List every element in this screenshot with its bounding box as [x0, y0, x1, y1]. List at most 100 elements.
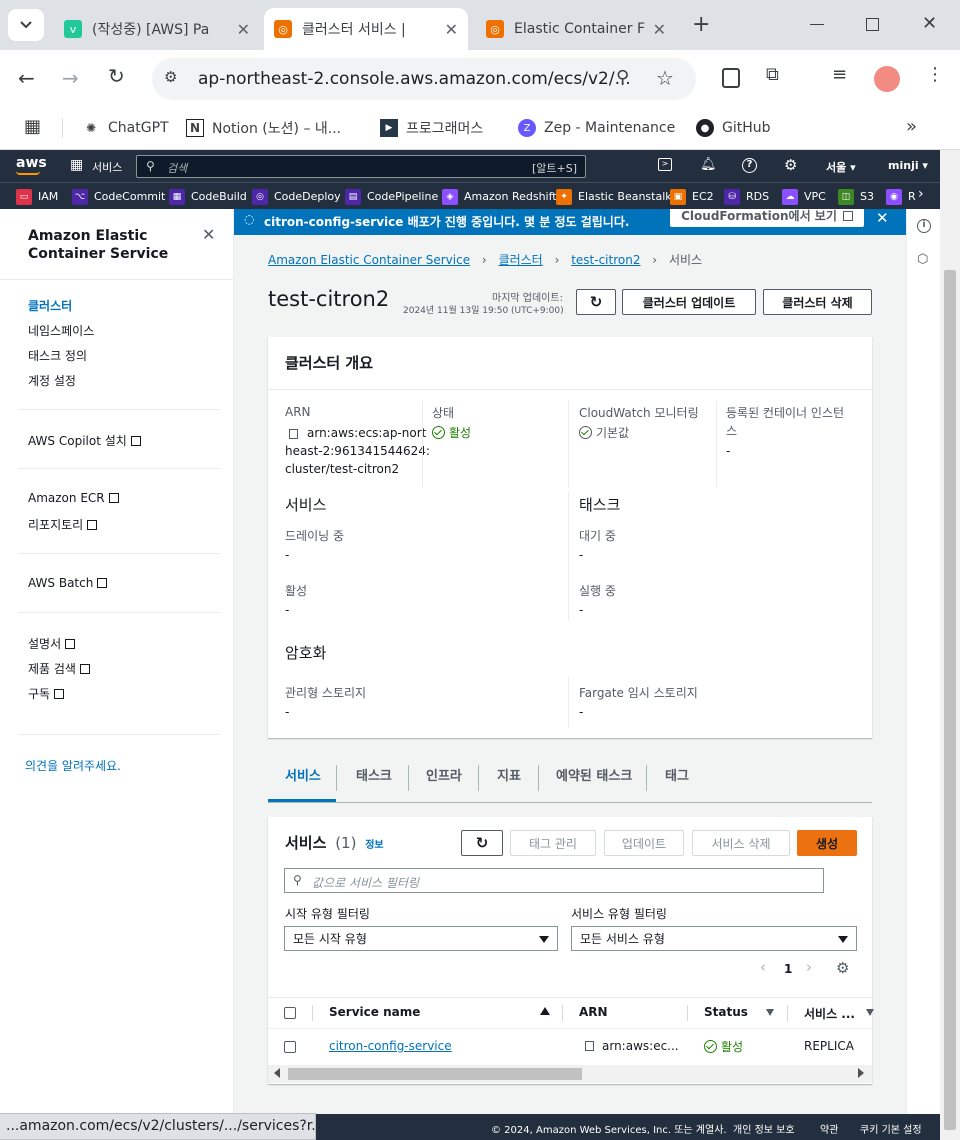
sidenav-item-ecr[interactable]: Amazon ECR — [28, 491, 119, 505]
pagination-page[interactable]: 1 — [784, 962, 792, 976]
sidenav-item-copilot[interactable]: AWS Copilot 설치 — [28, 432, 141, 449]
tab-scheduled-tasks[interactable]: 예약된 태스크 — [556, 765, 632, 784]
footer-terms-link[interactable]: 약관 — [820, 1121, 838, 1136]
tab-tasks[interactable]: 태스크 — [356, 765, 392, 784]
tutorial-panel-icon[interactable]: ⬡ — [917, 252, 928, 267]
profile-avatar[interactable] — [874, 66, 900, 92]
select-all-checkbox[interactable] — [284, 1007, 296, 1019]
apps-grid-icon[interactable]: ▦ — [24, 116, 41, 137]
pagination-prev-icon[interactable]: ‹ — [760, 958, 766, 976]
region-selector[interactable]: 서울 ▾ — [826, 159, 856, 175]
services-refresh-button[interactable]: ↻ — [461, 830, 503, 856]
back-arrow-icon[interactable]: ← — [18, 66, 35, 90]
sidenav-item-namespaces[interactable]: 네임스페이스 — [28, 322, 94, 339]
services-menu-label[interactable]: 서비스 — [92, 159, 122, 175]
sidenav-item-account-settings[interactable]: 계정 설정 — [28, 372, 76, 389]
manage-tags-button[interactable]: 태그 관리 — [510, 830, 596, 856]
cloudshell-icon[interactable]: > — [658, 158, 672, 171]
footer-cookies-link[interactable]: 쿠키 기본 설정 — [860, 1121, 922, 1136]
info-link[interactable]: 정보 — [365, 840, 383, 851]
sort-icon[interactable] — [866, 1009, 874, 1016]
fav-more[interactable]: ◉ R — [886, 187, 916, 206]
footer-privacy-link[interactable]: 개인 정보 보호 — [733, 1121, 795, 1136]
browser-tab-active[interactable]: ◎ 클러스터 서비스 | ✕ — [264, 8, 468, 50]
scrollbar-thumb[interactable] — [944, 270, 956, 1130]
service-type-select[interactable]: 모든 서비스 유형 — [571, 926, 857, 951]
tab-search-button[interactable] — [8, 9, 44, 41]
browser-menu-icon[interactable]: ⋮ — [926, 64, 944, 85]
delete-service-button[interactable]: 서비스 삭제 — [692, 830, 790, 856]
address-bar[interactable]: ⚙ ap-northeast-2.console.aws.amazon.com/… — [152, 58, 696, 100]
help-icon[interactable]: ? — [742, 158, 757, 173]
forward-arrow-icon[interactable]: → — [62, 66, 79, 90]
update-service-button[interactable]: 업데이트 — [604, 830, 684, 856]
new-tab-button[interactable]: + — [692, 12, 710, 37]
zoom-icon[interactable]: ⚲ — [616, 67, 629, 88]
update-cluster-button[interactable]: 클러스터 업데이트 — [622, 289, 756, 315]
star-icon[interactable]: ☆ — [656, 66, 674, 90]
copy-icon[interactable] — [289, 429, 298, 439]
fav-codedeploy[interactable]: ◎ CodeDeploy — [252, 187, 341, 206]
launch-type-select[interactable]: 모든 시작 유형 — [284, 926, 558, 951]
aws-search-input[interactable]: ⚲ 검색 [알트+S] — [136, 155, 586, 178]
delete-cluster-button[interactable]: 클러스터 삭제 — [763, 289, 872, 315]
bookmark-chatgpt[interactable]: ✺ ChatGPT — [82, 116, 169, 140]
reload-icon[interactable]: ↻ — [108, 64, 125, 88]
breadcrumb-ecs[interactable]: Amazon Elastic Container Service — [268, 253, 470, 267]
sidenav-item-clusters[interactable]: 클러스터 — [28, 297, 72, 314]
column-header-service-type[interactable]: 서비스 ... — [804, 1005, 855, 1022]
services-grid-icon[interactable]: ▦ — [70, 157, 83, 173]
close-icon[interactable]: ✕ — [445, 20, 458, 39]
sidenav-close-icon[interactable]: ✕ — [202, 225, 215, 244]
fav-codepipeline[interactable]: ▤ CodePipeline — [345, 187, 438, 206]
tab-infrastructure[interactable]: 인프라 — [426, 765, 462, 784]
row-checkbox[interactable] — [284, 1041, 296, 1053]
close-icon[interactable]: ✕ — [653, 20, 666, 39]
bookmark-programmers[interactable]: ▶ 프로그래머스 — [380, 116, 483, 140]
favorites-scroll-right-icon[interactable]: › — [918, 186, 924, 202]
refresh-button[interactable]: ↻ — [576, 289, 616, 315]
scroll-right-icon[interactable] — [858, 1068, 864, 1078]
service-name-link[interactable]: citron-config-service — [329, 1039, 452, 1053]
fav-vpc[interactable]: ☁ VPC — [782, 187, 826, 206]
sidenav-item-product-search[interactable]: 제품 검색 — [28, 660, 90, 677]
fav-elastic-beanstalk[interactable]: ✦ Elastic Beanstalk — [556, 187, 672, 206]
aws-logo[interactable]: aws — [16, 155, 47, 171]
scrollbar-thumb[interactable] — [288, 1068, 582, 1080]
more-bookmarks-icon[interactable]: » — [906, 116, 917, 137]
create-service-button[interactable]: 생성 — [797, 830, 857, 856]
sidenav-item-task-definitions[interactable]: 태스크 정의 — [28, 347, 87, 364]
notifications-bell-icon[interactable]: 🔔︎ — [700, 157, 717, 172]
table-preferences-gear-icon[interactable]: ⚙ — [836, 959, 849, 977]
settings-gear-icon[interactable]: ⚙ — [784, 156, 797, 174]
bookmark-notion[interactable]: N Notion (노션) – 내... — [186, 116, 341, 140]
window-close-button[interactable]: ✕ — [922, 13, 937, 34]
bookmark-zep[interactable]: Z Zep - Maintenance — [518, 116, 675, 140]
site-settings-icon[interactable]: ⚙ — [164, 68, 177, 86]
flash-close-icon[interactable]: ✕ — [876, 209, 889, 227]
column-header-service-name[interactable]: Service name — [329, 1005, 420, 1019]
browser-tab[interactable]: ◎ Elastic Container F ✕ — [476, 8, 676, 50]
tab-tags[interactable]: 태그 — [665, 765, 689, 784]
scroll-left-icon[interactable] — [274, 1068, 280, 1078]
breadcrumb-cluster[interactable]: test-citron2 — [571, 253, 640, 267]
user-menu[interactable]: minji ▾ — [888, 159, 928, 172]
fav-rds[interactable]: ⛁ RDS — [724, 187, 769, 206]
sidenav-item-batch[interactable]: AWS Batch — [28, 576, 108, 590]
page-scrollbar[interactable] — [940, 150, 960, 1140]
sort-icon[interactable] — [766, 1009, 774, 1016]
browser-tab[interactable]: v (작성중) [AWS] Pa ✕ — [54, 8, 260, 50]
sidenav-item-subscribe[interactable]: 구독 — [28, 685, 65, 702]
info-panel-icon[interactable]: i — [917, 219, 931, 233]
table-horizontal-scrollbar[interactable] — [268, 1065, 872, 1083]
sidenav-item-repositories[interactable]: 리포지토리 — [28, 516, 98, 533]
tab-services[interactable]: 서비스 — [285, 765, 321, 784]
minimize-button[interactable] — [810, 24, 824, 25]
tab-metrics[interactable]: 지표 — [497, 765, 521, 784]
copy-icon[interactable] — [585, 1041, 594, 1051]
fav-iam[interactable]: ▭ IAM — [16, 187, 58, 206]
close-icon[interactable]: ✕ — [237, 20, 250, 39]
feedback-link[interactable]: 의견을 알려주세요. — [25, 757, 121, 774]
extensions-icon[interactable]: ⧉ — [766, 64, 779, 85]
column-header-arn[interactable]: ARN — [579, 1005, 608, 1019]
